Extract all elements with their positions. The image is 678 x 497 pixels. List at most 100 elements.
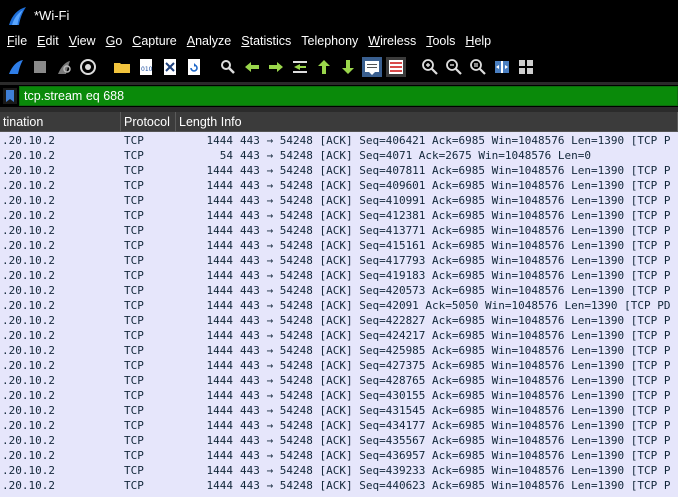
packet-destination: .20.10.2	[2, 329, 55, 342]
display-filter-bar	[0, 85, 678, 107]
menu-label-rest: tatistics	[249, 34, 292, 48]
packet-row[interactable]: .20.10.2 TCP 1444 443 → 54248 [ACK] Seq=425…	[0, 343, 678, 358]
packet-info: 443 → 54248 [ACK] Seq=42091 Ack=5050 Win…	[240, 299, 671, 312]
packet-row[interactable]: .20.10.2 TCP 1444 443 → 54248 [ACK] Seq=427…	[0, 358, 678, 373]
packet-length: 1444	[206, 284, 234, 297]
capture-options-button[interactable]	[78, 57, 98, 77]
stop-capture-button[interactable]	[30, 57, 50, 77]
menu-wireless[interactable]: Wireless	[363, 31, 421, 52]
packet-row[interactable]: .20.10.2 TCP 1444 443 → 54248 [ACK] Seq=410…	[0, 193, 678, 208]
start-capture-button[interactable]	[6, 57, 26, 77]
bookmark-icon[interactable]	[3, 88, 17, 104]
packet-row[interactable]: .20.10.2 TCP 1444 443 → 54248 [ACK] Seq=435…	[0, 433, 678, 448]
go-forward-button[interactable]	[266, 57, 286, 77]
last-packet-button[interactable]	[338, 57, 358, 77]
packet-protocol: TCP	[124, 269, 144, 282]
column-header-length[interactable]: Length	[179, 115, 217, 129]
column-header-length-info[interactable]: Length Info	[176, 112, 678, 132]
packet-info: 443 → 54248 [ACK] Seq=428765 Ack=6985 Wi…	[240, 374, 671, 387]
packet-row[interactable]: .20.10.2 TCP 1444 443 → 54248 [ACK] Seq=430…	[0, 388, 678, 403]
packet-length: 1444	[206, 239, 234, 252]
menu-file[interactable]: File	[2, 31, 32, 52]
menu-mnemonic: C	[132, 34, 142, 48]
close-file-button[interactable]	[160, 57, 180, 77]
packet-protocol: TCP	[124, 359, 144, 372]
packet-row[interactable]: .20.10.2 TCP 1444 443 → 54248 [ACK] Seq=436…	[0, 448, 678, 463]
menu-help[interactable]: Help	[460, 31, 496, 52]
autoscroll-button[interactable]	[362, 57, 382, 77]
packet-row[interactable]: .20.10.2 TCP 1444 443 → 54248 [ACK] Seq=413…	[0, 223, 678, 238]
packet-row[interactable]: .20.10.2 TCP 1444 443 → 54248 [ACK] Seq=428…	[0, 373, 678, 388]
packet-destination: .20.10.2	[2, 254, 55, 267]
packet-row[interactable]: .20.10.2 TCP 1444 443 → 54248 [ACK] Seq=407…	[0, 163, 678, 178]
display-filter-input[interactable]	[19, 86, 678, 106]
zoom-out-button[interactable]	[444, 57, 464, 77]
packet-protocol: TCP	[124, 389, 144, 402]
packet-destination: .20.10.2	[2, 149, 55, 162]
restart-icon	[58, 61, 71, 74]
packet-row[interactable]: .20.10.2 TCP 1444 443 → 54248 [ACK] Seq=409…	[0, 178, 678, 193]
packet-length: 1444	[206, 374, 234, 387]
packet-row[interactable]: .20.10.2 TCP 1444 443 → 54248 [ACK] Seq=440…	[0, 478, 678, 493]
layout-icon	[519, 60, 533, 74]
menu-analyze[interactable]: Analyze	[182, 31, 236, 52]
column-header-protocol[interactable]: Protocol	[121, 112, 176, 132]
packet-row[interactable]: .20.10.2 TCP 1444 443 → 54248 [ACK] Seq=424…	[0, 328, 678, 343]
packet-destination: .20.10.2	[2, 224, 55, 237]
packet-length: 1444	[206, 209, 234, 222]
menu-go[interactable]: Go	[101, 31, 128, 52]
packet-row[interactable]: .20.10.2 TCP 1444 443 → 54248 [ACK] Seq=434…	[0, 418, 678, 433]
packet-protocol: TCP	[124, 134, 144, 147]
zoom-out-icon	[446, 59, 462, 75]
reload-file-button[interactable]	[184, 57, 204, 77]
packet-row[interactable]: .20.10.2 TCP 1444 443 → 54248 [ACK] Seq=422…	[0, 313, 678, 328]
packet-row[interactable]: .20.10.2 TCP 1444 443 → 54248 [ACK] Seq=420…	[0, 298, 678, 313]
zoom-normal-button[interactable]	[468, 57, 488, 77]
menu-edit[interactable]: Edit	[32, 31, 64, 52]
packet-destination: .20.10.2	[2, 404, 55, 417]
packet-row[interactable]: .20.10.2 TCP 1444 443 → 54248 [ACK] Seq=417…	[0, 253, 678, 268]
packet-list[interactable]: tination Protocol Length Info .20.10.2 TC…	[0, 112, 678, 497]
menu-mnemonic: S	[241, 34, 250, 48]
packet-row[interactable]: .20.10.2 TCP 1444 443 → 54248 [ACK] Seq=439…	[0, 463, 678, 478]
column-header-info[interactable]: Info	[221, 115, 242, 129]
menu-view[interactable]: View	[64, 31, 101, 52]
packet-row[interactable]: .20.10.2 TCP 1444 443 → 54248 [ACK] Seq=406…	[0, 133, 678, 148]
colorize-icon	[389, 60, 403, 74]
shark-fin-icon	[9, 60, 23, 74]
first-packet-button[interactable]	[314, 57, 334, 77]
menu-capture[interactable]: Capture	[127, 31, 181, 52]
packet-row[interactable]: .20.10.2 TCP 1444 443 → 54248 [ACK] Seq=431…	[0, 403, 678, 418]
packet-length: 1444	[206, 299, 234, 312]
packet-row[interactable]: .20.10.2 TCP 1444 443 → 54248 [ACK] Seq=415…	[0, 238, 678, 253]
menu-statistics[interactable]: Statistics	[236, 31, 296, 52]
packet-destination: .20.10.2	[2, 269, 55, 282]
restart-capture-button[interactable]	[54, 57, 74, 77]
menu-label-rest: nalyze	[195, 34, 232, 48]
title-bar: *Wi-Fi	[0, 0, 678, 31]
packet-length: 1444	[206, 194, 234, 207]
zoom-in-button[interactable]	[420, 57, 440, 77]
resize-columns-button[interactable]	[492, 57, 512, 77]
packet-row[interactable]: .20.10.2 TCP 54 443 → 54248 [ACK] Seq=4071 …	[0, 148, 678, 163]
packet-protocol: TCP	[124, 404, 144, 417]
go-back-button[interactable]	[242, 57, 262, 77]
save-file-button[interactable]: 010	[136, 57, 156, 77]
save-file-icon: 010	[140, 59, 153, 75]
column-header-destination[interactable]: tination	[0, 112, 121, 132]
menu-tools[interactable]: Tools	[421, 31, 460, 52]
packet-row[interactable]: .20.10.2 TCP 1444 443 → 54248 [ACK] Seq=420…	[0, 283, 678, 298]
packet-info: 443 → 54248 [ACK] Seq=431545 Ack=6985 Wi…	[240, 404, 671, 417]
go-to-packet-button[interactable]	[290, 57, 310, 77]
packet-length: 1444	[206, 359, 234, 372]
packet-info: 443 → 54248 [ACK] Seq=435567 Ack=6985 Wi…	[240, 434, 671, 447]
layout-button[interactable]	[516, 57, 536, 77]
packet-row[interactable]: .20.10.2 TCP 1444 443 → 54248 [ACK] Seq=412…	[0, 208, 678, 223]
open-file-button[interactable]	[112, 57, 132, 77]
packet-destination: .20.10.2	[2, 194, 55, 207]
packet-row[interactable]: .20.10.2 TCP 1444 443 → 54248 [ACK] Seq=419…	[0, 268, 678, 283]
find-packet-button[interactable]	[218, 57, 238, 77]
goto-packet-icon	[293, 61, 307, 73]
colorize-button[interactable]	[386, 57, 406, 77]
menu-telephony[interactable]: Telephony	[296, 31, 363, 52]
